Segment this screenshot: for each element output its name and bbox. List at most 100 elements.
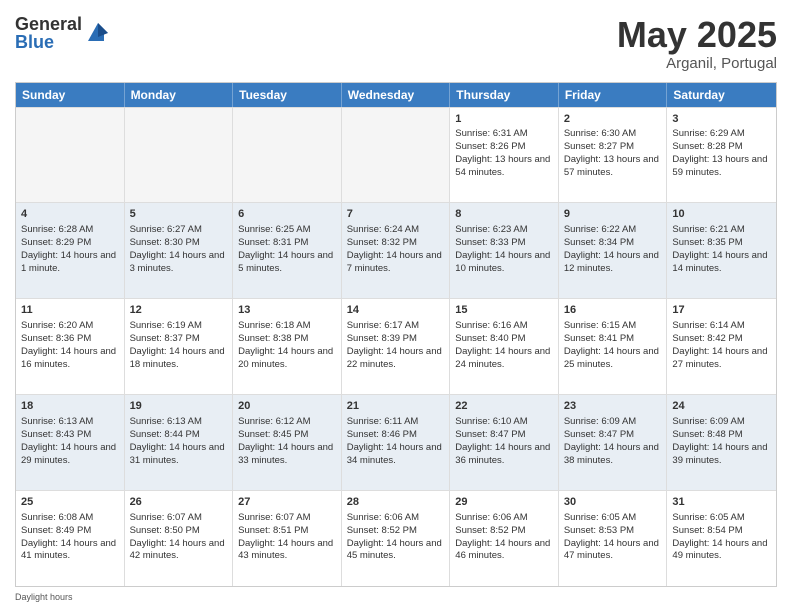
empty-cell <box>233 108 342 203</box>
weekday-header-tuesday: Tuesday <box>233 83 342 107</box>
sunset-text: Sunset: 8:36 PM <box>21 333 91 344</box>
sunrise-text: Sunrise: 6:27 AM <box>130 224 202 235</box>
daylight-text: Daylight: 14 hours and 43 minutes. <box>238 538 333 562</box>
day-number: 11 <box>21 303 119 318</box>
sunset-text: Sunset: 8:44 PM <box>130 429 200 440</box>
sunrise-text: Sunrise: 6:24 AM <box>347 224 419 235</box>
day-number: 30 <box>564 495 662 510</box>
sunset-text: Sunset: 8:34 PM <box>564 237 634 248</box>
day-number: 17 <box>672 303 771 318</box>
daylight-text: Daylight: 14 hours and 20 minutes. <box>238 346 333 370</box>
day-cell-7: 7Sunrise: 6:24 AMSunset: 8:32 PMDaylight… <box>342 203 451 298</box>
day-cell-5: 5Sunrise: 6:27 AMSunset: 8:30 PMDaylight… <box>125 203 234 298</box>
sunset-text: Sunset: 8:30 PM <box>130 237 200 248</box>
sunset-text: Sunset: 8:33 PM <box>455 237 525 248</box>
day-cell-8: 8Sunrise: 6:23 AMSunset: 8:33 PMDaylight… <box>450 203 559 298</box>
day-cell-15: 15Sunrise: 6:16 AMSunset: 8:40 PMDayligh… <box>450 299 559 394</box>
daylight-text: Daylight: 14 hours and 22 minutes. <box>347 346 442 370</box>
daylight-text: Daylight: 14 hours and 46 minutes. <box>455 538 550 562</box>
page: General Blue May 2025 Arganil, Portugal … <box>0 0 792 612</box>
daylight-text: Daylight: 14 hours and 14 minutes. <box>672 250 767 274</box>
day-number: 13 <box>238 303 336 318</box>
sunrise-text: Sunrise: 6:13 AM <box>21 416 93 427</box>
sunset-text: Sunset: 8:53 PM <box>564 525 634 536</box>
sunset-text: Sunset: 8:27 PM <box>564 141 634 152</box>
calendar-row-4: 18Sunrise: 6:13 AMSunset: 8:43 PMDayligh… <box>16 394 776 490</box>
day-number: 25 <box>21 495 119 510</box>
day-cell-1: 1Sunrise: 6:31 AM Sunset: 8:26 PM Daylight… <box>450 108 559 203</box>
daylight-text: Daylight: 14 hours and 42 minutes. <box>130 538 225 562</box>
day-number: 1 <box>455 112 553 127</box>
day-number: 14 <box>347 303 445 318</box>
daylight-text: Daylight: 14 hours and 27 minutes. <box>672 346 767 370</box>
day-number: 20 <box>238 399 336 414</box>
day-cell-11: 11Sunrise: 6:20 AMSunset: 8:36 PMDayligh… <box>16 299 125 394</box>
day-number: 16 <box>564 303 662 318</box>
weekday-header-monday: Monday <box>125 83 234 107</box>
daylight-text: Daylight: 13 hours and 54 minutes. <box>455 154 550 178</box>
day-cell-20: 20Sunrise: 6:12 AMSunset: 8:45 PMDayligh… <box>233 395 342 490</box>
sunrise-text: Sunrise: 6:10 AM <box>455 416 527 427</box>
sunset-text: Sunset: 8:41 PM <box>564 333 634 344</box>
day-cell-6: 6Sunrise: 6:25 AMSunset: 8:31 PMDaylight… <box>233 203 342 298</box>
day-cell-2: 2Sunrise: 6:30 AMSunset: 8:27 PMDaylight… <box>559 108 668 203</box>
sunset-text: Sunset: 8:43 PM <box>21 429 91 440</box>
day-number: 27 <box>238 495 336 510</box>
calendar-body: 1Sunrise: 6:31 AM Sunset: 8:26 PM Daylight… <box>16 107 776 586</box>
sunset-text: Sunset: 8:52 PM <box>347 525 417 536</box>
sunrise-text: Sunrise: 6:22 AM <box>564 224 636 235</box>
sunset-text: Sunset: 8:35 PM <box>672 237 742 248</box>
sunrise-text: Sunrise: 6:16 AM <box>455 320 527 331</box>
day-cell-13: 13 Sunrise: 6:18 AM Sunset: 8:38 PM Dayligh… <box>233 299 342 394</box>
logo-blue: Blue <box>15 33 82 51</box>
day-cell-31: 31Sunrise: 6:05 AMSunset: 8:54 PMDayligh… <box>667 491 776 586</box>
sunrise-text: Sunrise: 6:08 AM <box>21 512 93 523</box>
sunrise-text: Sunrise: 6:06 AM <box>347 512 419 523</box>
day-number: 26 <box>130 495 228 510</box>
daylight-text: Daylight: 14 hours and 3 minutes. <box>130 250 225 274</box>
sunset-text: Sunset: 8:47 PM <box>564 429 634 440</box>
calendar-row-1: 1Sunrise: 6:31 AM Sunset: 8:26 PM Daylight… <box>16 107 776 203</box>
daylight-text: Daylight: 14 hours and 38 minutes. <box>564 442 659 466</box>
sunrise-text: Sunrise: 6:13 AM <box>130 416 202 427</box>
sunrise-text: Sunrise: 6:18 AM <box>238 320 310 331</box>
sunrise-text: Sunrise: 6:15 AM <box>564 320 636 331</box>
daylight-text: Daylight: 14 hours and 31 minutes. <box>130 442 225 466</box>
sunset-text: Sunset: 8:26 PM <box>455 141 525 152</box>
day-number: 31 <box>672 495 771 510</box>
sunset-text: Sunset: 8:38 PM <box>238 333 308 344</box>
daylight-text: Daylight: 14 hours and 5 minutes. <box>238 250 333 274</box>
sunrise-text: Sunrise: 6:07 AM <box>130 512 202 523</box>
sunrise-text: Sunrise: 6:31 AM <box>455 128 527 139</box>
day-cell-4: 4Sunrise: 6:28 AMSunset: 8:29 PMDaylight… <box>16 203 125 298</box>
daylight-text: Daylight: 14 hours and 49 minutes. <box>672 538 767 562</box>
sunrise-text: Sunrise: 6:19 AM <box>130 320 202 331</box>
calendar-row-5: 25Sunrise: 6:08 AMSunset: 8:49 PMDayligh… <box>16 490 776 586</box>
sunrise-text: Sunrise: 6:20 AM <box>21 320 93 331</box>
daylight-text: Daylight: 14 hours and 45 minutes. <box>347 538 442 562</box>
day-number: 7 <box>347 207 445 222</box>
empty-cell <box>125 108 234 203</box>
daylight-text: Daylight: 14 hours and 29 minutes. <box>21 442 116 466</box>
weekday-header-friday: Friday <box>559 83 668 107</box>
logo-icon <box>84 19 112 47</box>
day-cell-9: 9Sunrise: 6:22 AMSunset: 8:34 PMDaylight… <box>559 203 668 298</box>
sunset-text: Sunset: 8:51 PM <box>238 525 308 536</box>
sunrise-text: Sunrise: 6:09 AM <box>672 416 744 427</box>
daylight-text: Daylight: 14 hours and 36 minutes. <box>455 442 550 466</box>
title-block: May 2025 Arganil, Portugal <box>617 15 777 72</box>
day-number: 6 <box>238 207 336 222</box>
day-cell-26: 26Sunrise: 6:07 AMSunset: 8:50 PMDayligh… <box>125 491 234 586</box>
weekday-header-wednesday: Wednesday <box>342 83 451 107</box>
sunrise-text: Sunrise: 6:25 AM <box>238 224 310 235</box>
sunset-text: Sunset: 8:48 PM <box>672 429 742 440</box>
empty-cell <box>16 108 125 203</box>
day-number: 29 <box>455 495 553 510</box>
sunrise-text: Sunrise: 6:07 AM <box>238 512 310 523</box>
day-cell-29: 29Sunrise: 6:06 AMSunset: 8:52 PMDayligh… <box>450 491 559 586</box>
sunset-text: Sunset: 8:45 PM <box>238 429 308 440</box>
sunset-text: Sunset: 8:29 PM <box>21 237 91 248</box>
day-cell-23: 23Sunrise: 6:09 AMSunset: 8:47 PMDayligh… <box>559 395 668 490</box>
daylight-text: Daylight: 13 hours and 59 minutes. <box>672 154 767 178</box>
daylight-text: Daylight: 14 hours and 39 minutes. <box>672 442 767 466</box>
